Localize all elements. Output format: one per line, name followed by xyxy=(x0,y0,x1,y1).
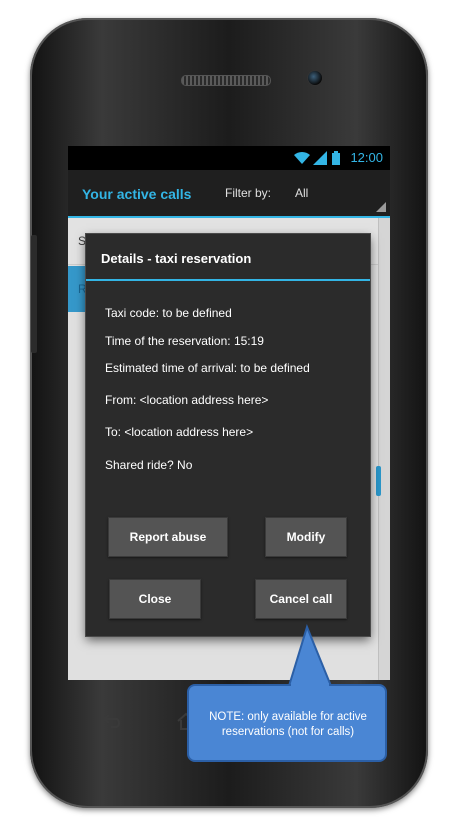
status-icons xyxy=(293,151,340,165)
earpiece-speaker xyxy=(181,75,271,86)
report-abuse-button[interactable]: Report abuse xyxy=(108,517,228,557)
dialog-divider xyxy=(86,279,370,281)
eta-text: Estimated time of arrival: to be defined xyxy=(105,361,310,375)
to-address-text: To: <location address here> xyxy=(105,425,254,439)
status-time: 12:00 xyxy=(350,150,383,165)
back-icon[interactable] xyxy=(101,712,125,728)
annotation-note: NOTE: only available for active reservat… xyxy=(209,711,367,738)
reservation-time-text: Time of the reservation: 15:19 xyxy=(105,334,264,348)
battery-icon xyxy=(332,151,340,165)
page-title: Your active calls xyxy=(82,186,192,202)
close-button[interactable]: Close xyxy=(109,579,201,619)
modify-button[interactable]: Modify xyxy=(265,517,347,557)
action-bar: Your active calls Filter by: All xyxy=(68,170,390,218)
status-bar: 12:00 xyxy=(68,146,390,170)
spinner-corner-icon[interactable] xyxy=(376,202,386,212)
front-camera xyxy=(307,70,323,86)
filter-spinner[interactable]: All xyxy=(295,186,308,200)
volume-button xyxy=(31,235,37,353)
from-address-text: From: <location address here> xyxy=(105,393,269,407)
signal-icon xyxy=(313,151,327,165)
dialog-title: Details - taxi reservation xyxy=(101,251,252,266)
taxi-code-text: Taxi code: to be defined xyxy=(105,306,232,320)
wifi-icon xyxy=(294,151,310,164)
shared-ride-text: Shared ride? No xyxy=(105,458,193,472)
details-dialog: Details - taxi reservation Taxi code: to… xyxy=(86,234,370,636)
cancel-call-button[interactable]: Cancel call xyxy=(255,579,347,619)
filter-label: Filter by: xyxy=(225,186,272,200)
